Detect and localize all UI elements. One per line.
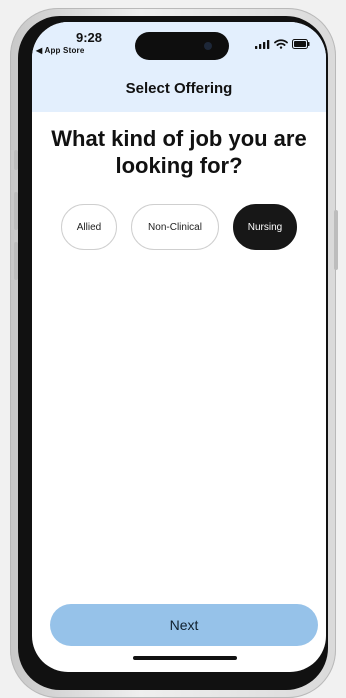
- home-indicator: [133, 656, 237, 660]
- status-time: 9:28: [76, 30, 103, 45]
- option-allied[interactable]: Allied: [61, 204, 117, 250]
- wifi-icon: [274, 39, 288, 49]
- app-screen: 9:28 ◀ App Store Select Offering What ki…: [32, 22, 326, 672]
- front-camera-icon: [204, 42, 212, 50]
- header: 9:28 ◀ App Store Select Offering: [32, 22, 326, 112]
- option-non-clinical[interactable]: Non-Clinical: [131, 204, 219, 250]
- side-button-volume-down: [14, 242, 18, 280]
- dynamic-island: [135, 32, 229, 60]
- job-options: Allied Non-Clinical Nursing: [32, 204, 326, 250]
- battery-icon: [292, 39, 310, 49]
- cellular-signal-icon: [255, 40, 270, 49]
- next-button[interactable]: Next: [50, 604, 318, 646]
- job-question: What kind of job you are looking for?: [51, 126, 307, 178]
- side-button-volume-up: [14, 192, 18, 230]
- option-nursing[interactable]: Nursing: [233, 204, 297, 250]
- page-title: Select Offering: [125, 80, 233, 97]
- status-icons: [255, 39, 310, 49]
- back-to-app-store-link[interactable]: ◀ App Store: [36, 46, 85, 55]
- side-button-silent: [14, 150, 18, 170]
- side-button-power: [334, 210, 338, 270]
